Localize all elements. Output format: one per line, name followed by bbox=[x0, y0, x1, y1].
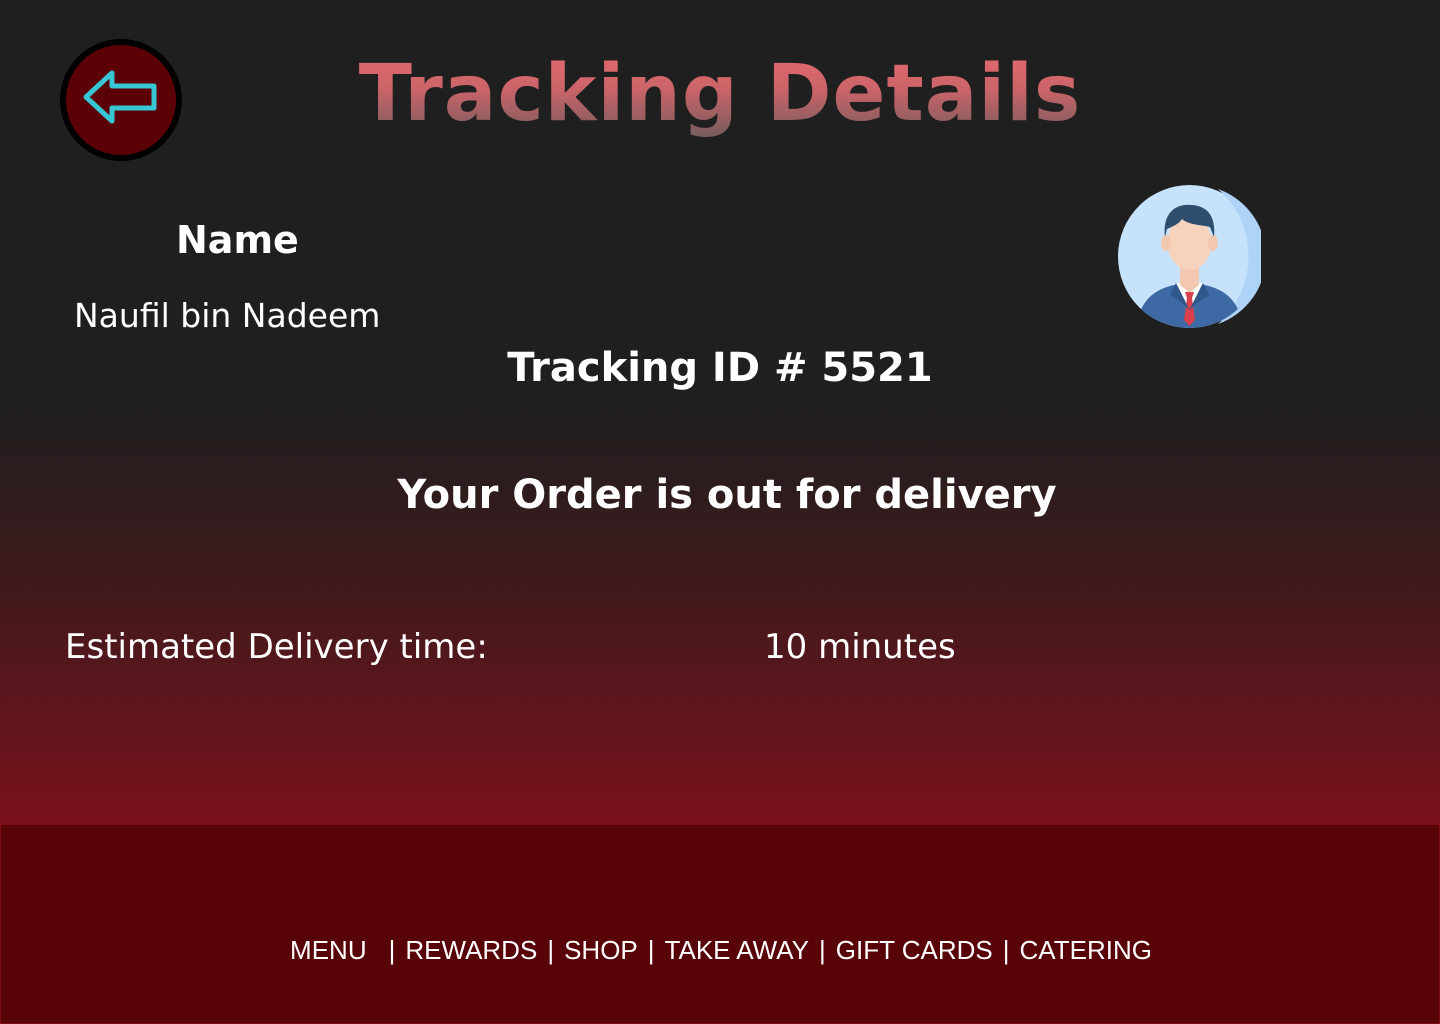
order-status: Your Order is out for delivery bbox=[397, 472, 1057, 518]
eta-label: Estimated Delivery time: bbox=[65, 627, 488, 667]
nav-separator: | bbox=[388, 935, 396, 965]
footer-link-shop[interactable]: SHOP bbox=[564, 935, 638, 965]
businessman-avatar-icon bbox=[1118, 185, 1261, 328]
nav-separator: | bbox=[819, 935, 826, 965]
footer-link-take-away[interactable]: TAKE AWAY bbox=[665, 935, 809, 965]
name-value: Naufil bin Nadeem bbox=[74, 296, 381, 335]
name-label: Name bbox=[176, 218, 299, 262]
footer-nav: MENU | REWARDS | SHOP | TAKE AWAY | GIFT CARDS | C… bbox=[1, 935, 1440, 966]
footer-link-gift-cards[interactable]: GIFT CARDS bbox=[836, 935, 993, 965]
footer-link-rewards[interactable]: REWARDS bbox=[405, 935, 537, 965]
nav-separator: | bbox=[1002, 935, 1010, 965]
footer-link-catering[interactable]: CATERING bbox=[1020, 935, 1152, 965]
tracking-id: Tracking ID # 5521 bbox=[507, 345, 933, 391]
page-title: Tracking Details bbox=[0, 48, 1440, 142]
nav-separator: | bbox=[547, 935, 555, 965]
eta-value: 10 minutes bbox=[764, 627, 956, 667]
footer: MENU | REWARDS | SHOP | TAKE AWAY | GIFT CARDS | C… bbox=[0, 824, 1440, 1024]
footer-link-menu[interactable]: MENU bbox=[290, 935, 367, 965]
nav-separator: | bbox=[647, 935, 655, 965]
